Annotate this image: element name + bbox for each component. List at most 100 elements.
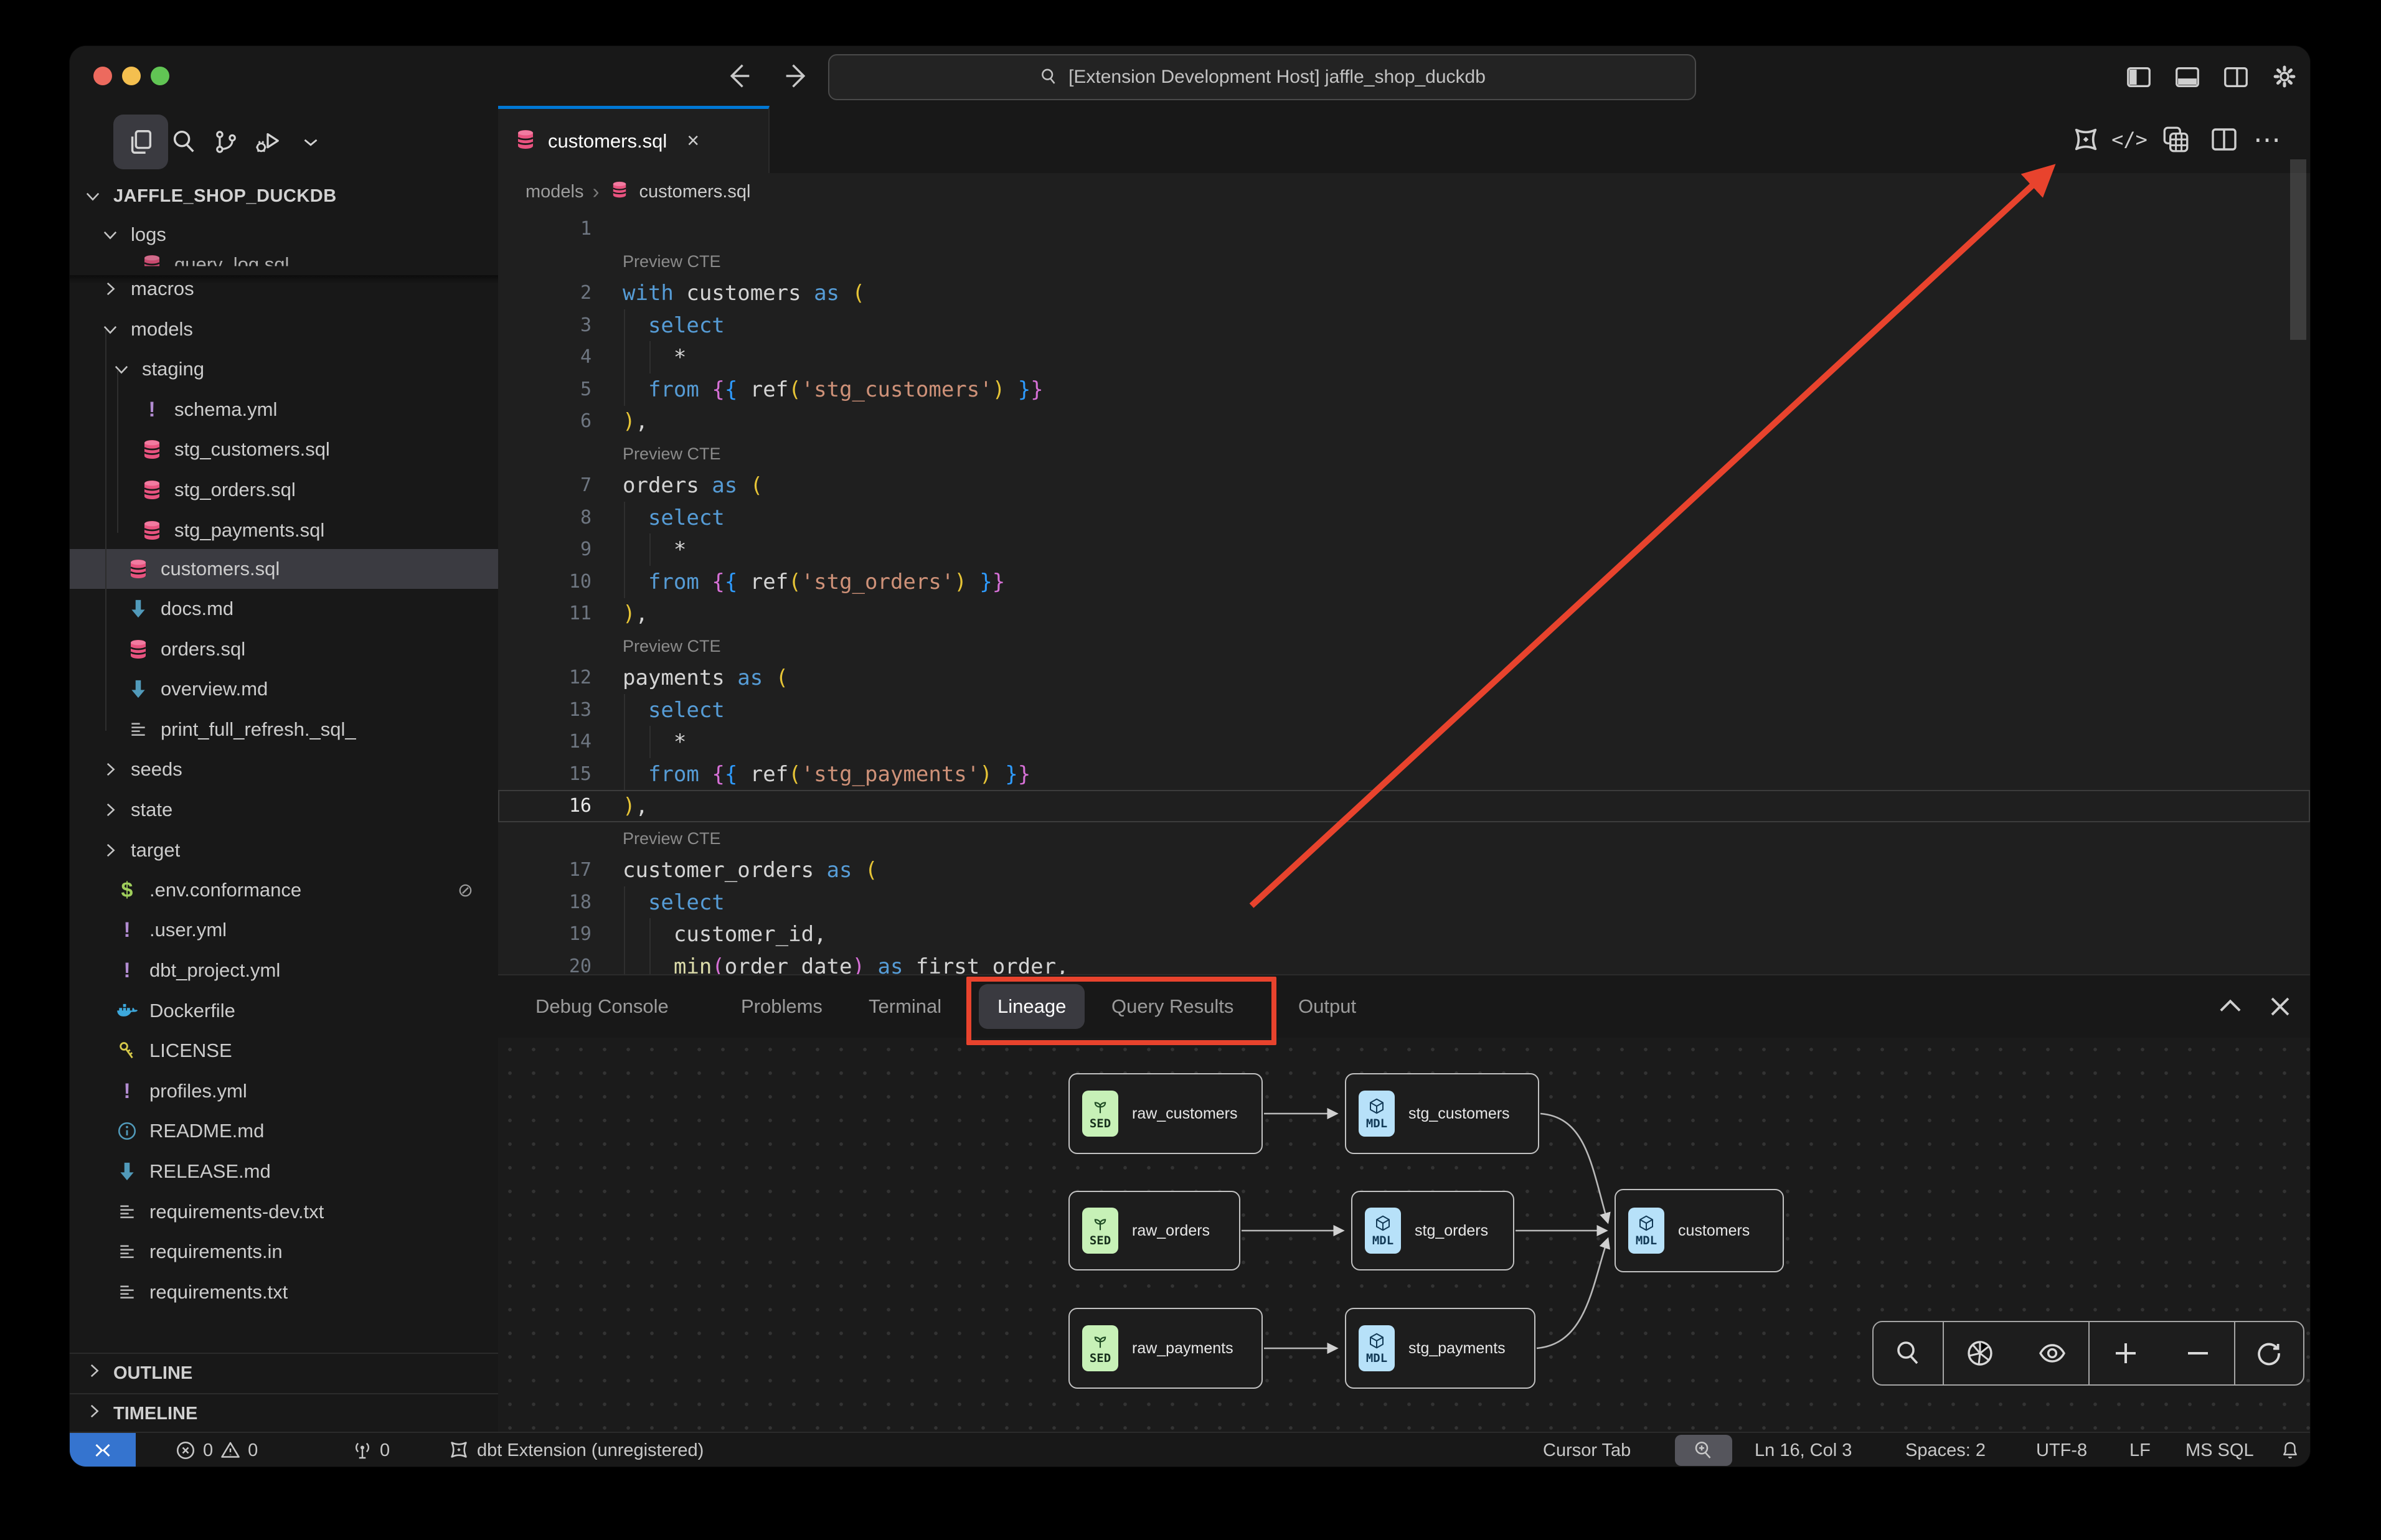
tree-item-profiles-yml[interactable]: !profiles.yml: [70, 1071, 498, 1111]
lineage-node-customers[interactable]: MDLcustomers: [1615, 1189, 1784, 1272]
tree-item-docs-md[interactable]: docs.md: [70, 589, 498, 629]
tree-item-license[interactable]: LICENSE: [70, 1031, 498, 1071]
line-number: 4: [498, 341, 592, 373]
lineage-node-raw_customers[interactable]: SEDraw_customers: [1068, 1073, 1263, 1154]
tree-item-dockerfile[interactable]: Dockerfile: [70, 991, 498, 1031]
eol-status[interactable]: LF: [2129, 1433, 2151, 1467]
tree-item-release-md[interactable]: RELEASE.md: [70, 1152, 498, 1191]
lineage-node-stg_payments[interactable]: MDLstg_payments: [1345, 1308, 1535, 1389]
tree-item-staging[interactable]: staging: [70, 349, 498, 389]
query-results-table-icon[interactable]: [2159, 123, 2192, 156]
explorer-root-header[interactable]: JAFFLE_SHOP_DUCKDB: [70, 176, 498, 216]
tree-item-print-full-refresh-sql-[interactable]: print_full_refresh._sql_: [70, 710, 498, 749]
breadcrumb-folder[interactable]: models: [526, 182, 584, 202]
tree-item-stg-payments-sql[interactable]: stg_payments.sql: [70, 510, 498, 550]
tree-item-state[interactable]: state: [70, 790, 498, 830]
tree-item-requirements-in[interactable]: requirements.in: [70, 1232, 498, 1272]
traffic-light-close-button[interactable]: [93, 67, 112, 85]
tree-item-dbt-project-yml[interactable]: !dbt_project.yml: [70, 951, 498, 990]
tree-item-target[interactable]: target: [70, 830, 498, 870]
sql-file-icon: [139, 477, 164, 502]
close-panel-icon[interactable]: [2264, 990, 2296, 1023]
codelens-preview-cte[interactable]: Preview CTE: [623, 245, 721, 278]
encoding-status[interactable]: UTF-8: [2036, 1433, 2087, 1467]
eye-icon[interactable]: [2037, 1338, 2067, 1368]
tree-item-orders-sql[interactable]: orders.sql: [70, 629, 498, 669]
settings-gear-icon[interactable]: [2270, 62, 2299, 91]
sidebar-section-outline[interactable]: OUTLINE: [70, 1353, 498, 1392]
more-actions-icon[interactable]: ⋯: [2251, 123, 2284, 156]
yml-file-icon: !: [139, 397, 164, 422]
editor-scrollbar[interactable]: [2290, 159, 2306, 340]
activity-bar-more-views-icon[interactable]: [291, 115, 330, 169]
lineage-node-stg_orders[interactable]: MDLstg_orders: [1351, 1191, 1514, 1270]
panel-tab-debug-console[interactable]: Debug Console: [535, 975, 669, 1038]
lineage-node-stg_customers[interactable]: MDLstg_customers: [1345, 1073, 1539, 1154]
lineage-refresh-segment[interactable]: [2235, 1322, 2303, 1384]
split-editor-icon[interactable]: [2208, 123, 2240, 156]
md-file-icon: [115, 1159, 139, 1184]
nav-forward-icon[interactable]: [781, 60, 813, 92]
split-layout-icon[interactable]: [2222, 62, 2250, 91]
language-mode-status[interactable]: MS SQL: [2185, 1433, 2254, 1467]
tree-item-models[interactable]: models: [70, 309, 498, 349]
maximize-panel-icon[interactable]: [2214, 990, 2247, 1023]
tree-item-readme-md[interactable]: README.md: [70, 1111, 498, 1151]
zoom-status[interactable]: [1675, 1435, 1732, 1466]
zoom-in-icon[interactable]: [2111, 1338, 2141, 1368]
cursor-tab-status[interactable]: Cursor Tab: [1543, 1433, 1631, 1467]
aperture-icon[interactable]: [1965, 1338, 1995, 1368]
tree-item-seeds[interactable]: seeds: [70, 749, 498, 789]
ports-status[interactable]: 0: [351, 1433, 390, 1467]
remote-indicator[interactable]: [70, 1433, 136, 1467]
lineage-node-label: stg_customers: [1408, 1105, 1510, 1123]
tree-item-requirements-txt[interactable]: requirements.txt: [70, 1272, 498, 1312]
tree-item--env-conformance[interactable]: $.env.conformance⊘: [70, 870, 498, 910]
command-center-search[interactable]: [Extension Development Host] jaffle_shop…: [828, 54, 1696, 100]
codelens-preview-cte[interactable]: Preview CTE: [623, 630, 721, 662]
tree-item-schema-yml[interactable]: !schema.yml: [70, 390, 498, 430]
compiled-code-icon[interactable]: </>: [2113, 123, 2146, 156]
zoom-out-icon[interactable]: [2183, 1338, 2213, 1368]
dbt-extension-status[interactable]: dbt Extension (unregistered): [448, 1433, 704, 1467]
codelens-preview-cte[interactable]: Preview CTE: [623, 822, 721, 855]
tree-item-requirements-dev-txt[interactable]: requirements-dev.txt: [70, 1192, 498, 1232]
tree-item--user-yml[interactable]: !.user.yml: [70, 910, 498, 950]
notifications-status[interactable]: [2279, 1433, 2301, 1467]
tree-item-overview-md[interactable]: overview.md: [70, 669, 498, 709]
search-icon[interactable]: [1893, 1338, 1923, 1368]
tab-customers-sql[interactable]: customers.sql ×: [498, 106, 770, 173]
indentation-status[interactable]: Spaces: 2: [1905, 1433, 1986, 1467]
breadcrumb-file[interactable]: customers.sql: [639, 182, 751, 202]
panel-tab-terminal[interactable]: Terminal: [869, 975, 941, 1038]
toggle-sidebar-icon[interactable]: [2124, 62, 2153, 91]
tab-close-icon[interactable]: ×: [687, 129, 699, 153]
code-line-5: 5 from {{ ref('stg_customers') }}: [498, 373, 2310, 406]
problems-status[interactable]: 0 0: [174, 1433, 258, 1467]
lineage-node-raw_orders[interactable]: SEDraw_orders: [1068, 1191, 1240, 1270]
traffic-light-minimize-button[interactable]: [122, 67, 141, 85]
codelens-preview-cte[interactable]: Preview CTE: [623, 438, 721, 470]
code-viewport[interactable]: 1Preview CTE2with customers as (3 select…: [498, 210, 2310, 974]
lineage-node-raw_payments[interactable]: SEDraw_payments: [1068, 1308, 1263, 1389]
panel-tab-problems[interactable]: Problems: [741, 975, 823, 1038]
tree-item-stg-orders-sql[interactable]: stg_orders.sql: [70, 470, 498, 510]
breadcrumb[interactable]: models › customers.sql: [498, 173, 2310, 210]
activity-bar-source-control-icon[interactable]: [207, 115, 245, 169]
activity-bar-run-and-debug-icon[interactable]: [248, 115, 286, 169]
dbt-logo-icon[interactable]: [2070, 123, 2102, 156]
activity-bar-search-icon[interactable]: [164, 115, 203, 169]
toggle-panel-icon[interactable]: [2173, 62, 2202, 91]
code-line-9: 9 *: [498, 533, 2310, 566]
traffic-light-zoom-button[interactable]: [151, 67, 169, 85]
lineage-search-segment[interactable]: [1874, 1322, 1944, 1384]
nav-back-icon[interactable]: [722, 60, 755, 92]
tree-item-stg-customers-sql[interactable]: stg_customers.sql: [70, 430, 498, 469]
line-col-status[interactable]: Ln 16, Col 3: [1755, 1433, 1852, 1467]
tree-item-customers-sql[interactable]: customers.sql: [70, 549, 498, 589]
refresh-icon[interactable]: [2254, 1338, 2284, 1368]
sidebar-section-timeline[interactable]: TIMELINE: [70, 1393, 498, 1433]
activity-bar-explorer-icon[interactable]: [113, 115, 168, 169]
lineage-canvas[interactable]: SEDraw_customers MDLstg_customers SEDraw_o…: [498, 1038, 2310, 1433]
panel-tab-output[interactable]: Output: [1298, 975, 1356, 1038]
